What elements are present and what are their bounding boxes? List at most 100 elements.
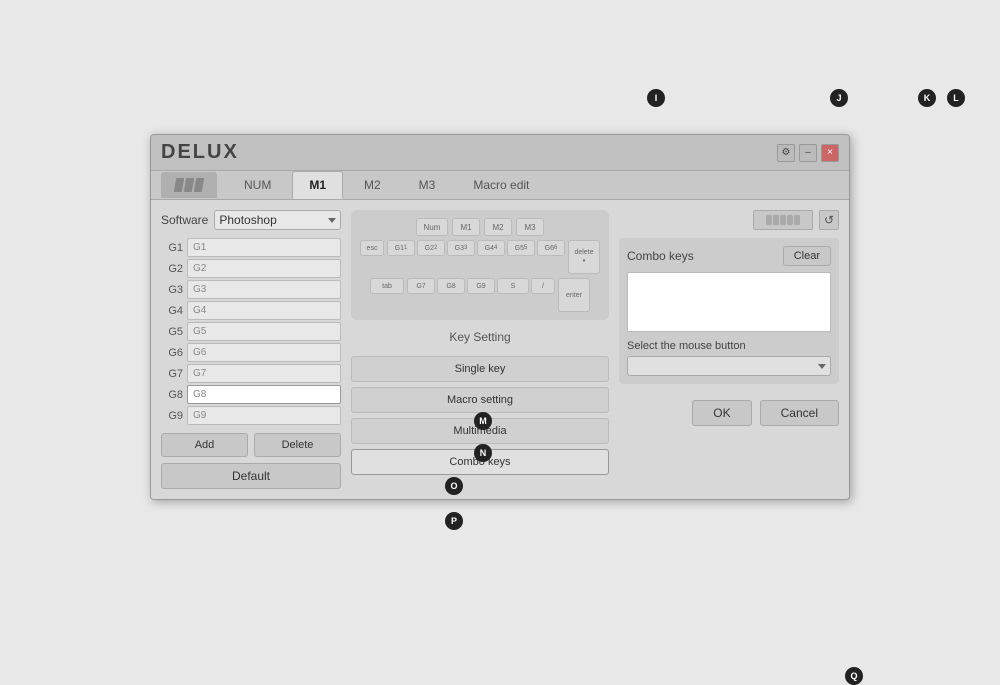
key-label-g7: G7: [161, 368, 183, 380]
key-field-g8[interactable]: G8: [187, 385, 341, 404]
key-row-g4: G4 G4: [161, 301, 341, 320]
key-field-g6[interactable]: G6: [187, 343, 341, 362]
macro-setting-button[interactable]: Macro setting: [351, 387, 609, 413]
tab-m2[interactable]: M2: [347, 171, 398, 199]
kbd-mini-key-2: [773, 215, 779, 225]
key-label-g8: G8: [161, 389, 183, 401]
tabs-row: NUM M1 M2 M3 Macro edit: [151, 171, 849, 200]
kbd-tab-key[interactable]: tab: [370, 278, 404, 294]
delete-button[interactable]: Delete: [254, 433, 341, 457]
key-field-g7[interactable]: G7: [187, 364, 341, 383]
kbd-s-key[interactable]: S: [497, 278, 529, 294]
close-button[interactable]: ×: [821, 144, 839, 162]
key-row-g5: G5 G5: [161, 322, 341, 341]
combo-header: Combo keys Clear: [627, 246, 831, 266]
combo-keys-button[interactable]: Combo keys: [351, 449, 609, 475]
annotation-I: I: [647, 89, 665, 107]
kbd-g2-key[interactable]: G22: [417, 240, 445, 256]
mouse-btn-label: Select the mouse button: [627, 340, 831, 352]
stripe-1: [174, 178, 184, 192]
ok-cancel-row: OK Cancel: [619, 400, 839, 426]
kbd-g8-key[interactable]: G8: [437, 278, 465, 294]
kbd-m2-key[interactable]: M2: [484, 218, 512, 236]
kbd-g1-key[interactable]: G11: [387, 240, 415, 256]
key-field-g5[interactable]: G5: [187, 322, 341, 341]
kbd-g7-key[interactable]: G7: [407, 278, 435, 294]
key-field-g1[interactable]: G1: [187, 238, 341, 257]
left-buttons: Add Delete: [161, 433, 341, 457]
tab-macro-edit[interactable]: Macro edit: [456, 171, 546, 199]
key-row-g1: G1 G1: [161, 238, 341, 257]
clear-button[interactable]: Clear: [783, 246, 831, 266]
kbd-image-row: ↺: [619, 210, 839, 230]
logo-stripes: [175, 178, 203, 192]
kbd-g4-key[interactable]: G44: [477, 240, 505, 256]
software-row: Software Photoshop Illustrator Lightroom: [161, 210, 341, 230]
key-label-g9: G9: [161, 410, 183, 422]
kbd-top-row: Num M1 M2 M3: [416, 218, 544, 236]
annotation-P: P: [445, 512, 463, 530]
keyboard-diagram: Num M1 M2 M3 esc G11 G22 G33: [351, 210, 609, 320]
kbd-g6-key[interactable]: G66: [537, 240, 565, 256]
kbd-num-key[interactable]: Num: [416, 218, 448, 236]
right-panel: ↺ Combo keys Clear Select the mouse butt…: [619, 210, 839, 489]
kbd-row-1: esc G11 G22 G33 G44 G55 G66: [360, 240, 600, 274]
kbd-esc-key[interactable]: esc: [360, 240, 384, 256]
combo-title: Combo keys: [627, 249, 694, 263]
kbd-mini-key-1: [766, 215, 772, 225]
key-field-g4[interactable]: G4: [187, 301, 341, 320]
annotation-Q: Q: [845, 667, 863, 685]
kbd-m1-key[interactable]: M1: [452, 218, 480, 236]
kbd-mini-key-4: [787, 215, 793, 225]
tab-m3[interactable]: M3: [402, 171, 453, 199]
key-row-g3: G3 G3: [161, 280, 341, 299]
multimedia-button[interactable]: Multimedia: [351, 418, 609, 444]
add-button[interactable]: Add: [161, 433, 248, 457]
kbd-g9-key[interactable]: G9: [467, 278, 495, 294]
kbd-slash-key[interactable]: /: [531, 278, 555, 294]
title-bar: DELUX ⚙ – ×: [151, 135, 849, 171]
kbd-g3-key[interactable]: G33: [447, 240, 475, 256]
left-panel: Software Photoshop Illustrator Lightroom…: [161, 210, 341, 489]
cancel-button[interactable]: Cancel: [760, 400, 839, 426]
key-field-g3[interactable]: G3: [187, 280, 341, 299]
kbd-delete-key[interactable]: delete •: [568, 240, 600, 274]
minimize-button[interactable]: –: [799, 144, 817, 162]
ok-button[interactable]: OK: [692, 400, 751, 426]
key-row-g7: G7 G7: [161, 364, 341, 383]
refresh-button[interactable]: ↺: [819, 210, 839, 230]
settings-button[interactable]: ⚙: [777, 144, 795, 162]
key-setting-label: Key Setting: [351, 330, 609, 344]
key-label-g2: G2: [161, 263, 183, 275]
key-label-g1: G1: [161, 242, 183, 254]
default-button[interactable]: Default: [161, 463, 341, 489]
key-row-g8: G8 G8: [161, 385, 341, 404]
tab-m1[interactable]: M1: [292, 171, 343, 199]
key-field-g2[interactable]: G2: [187, 259, 341, 278]
kbd-mini-key-5: [794, 215, 800, 225]
key-label-g3: G3: [161, 284, 183, 296]
kbd-g5-key[interactable]: G55: [507, 240, 535, 256]
kbd-enter-key[interactable]: enter: [558, 278, 590, 312]
kbd-m3-key[interactable]: M3: [516, 218, 544, 236]
annotation-K: K: [918, 89, 936, 107]
software-label: Software: [161, 213, 208, 227]
combo-section: Combo keys Clear Select the mouse button: [619, 238, 839, 384]
combo-input-box[interactable]: [627, 272, 831, 332]
logo-tab: [161, 172, 217, 198]
annotation-J: J: [830, 89, 848, 107]
key-label-g6: G6: [161, 347, 183, 359]
mouse-btn-select[interactable]: [627, 356, 831, 376]
center-panel: Num M1 M2 M3 esc G11 G22 G33: [351, 210, 609, 489]
main-content: Software Photoshop Illustrator Lightroom…: [151, 200, 849, 499]
tab-num[interactable]: NUM: [227, 171, 288, 199]
key-label-g5: G5: [161, 326, 183, 338]
key-field-g9[interactable]: G9: [187, 406, 341, 425]
annotation-L: L: [947, 89, 965, 107]
kbd-mini-image: [753, 210, 813, 230]
single-key-button[interactable]: Single key: [351, 356, 609, 382]
kbd-row-2: tab G7 G8 G9 S / enter: [370, 278, 590, 312]
window-controls: ⚙ – ×: [777, 144, 839, 162]
app-logo: DELUX: [161, 141, 239, 164]
software-select[interactable]: Photoshop Illustrator Lightroom: [214, 210, 341, 230]
